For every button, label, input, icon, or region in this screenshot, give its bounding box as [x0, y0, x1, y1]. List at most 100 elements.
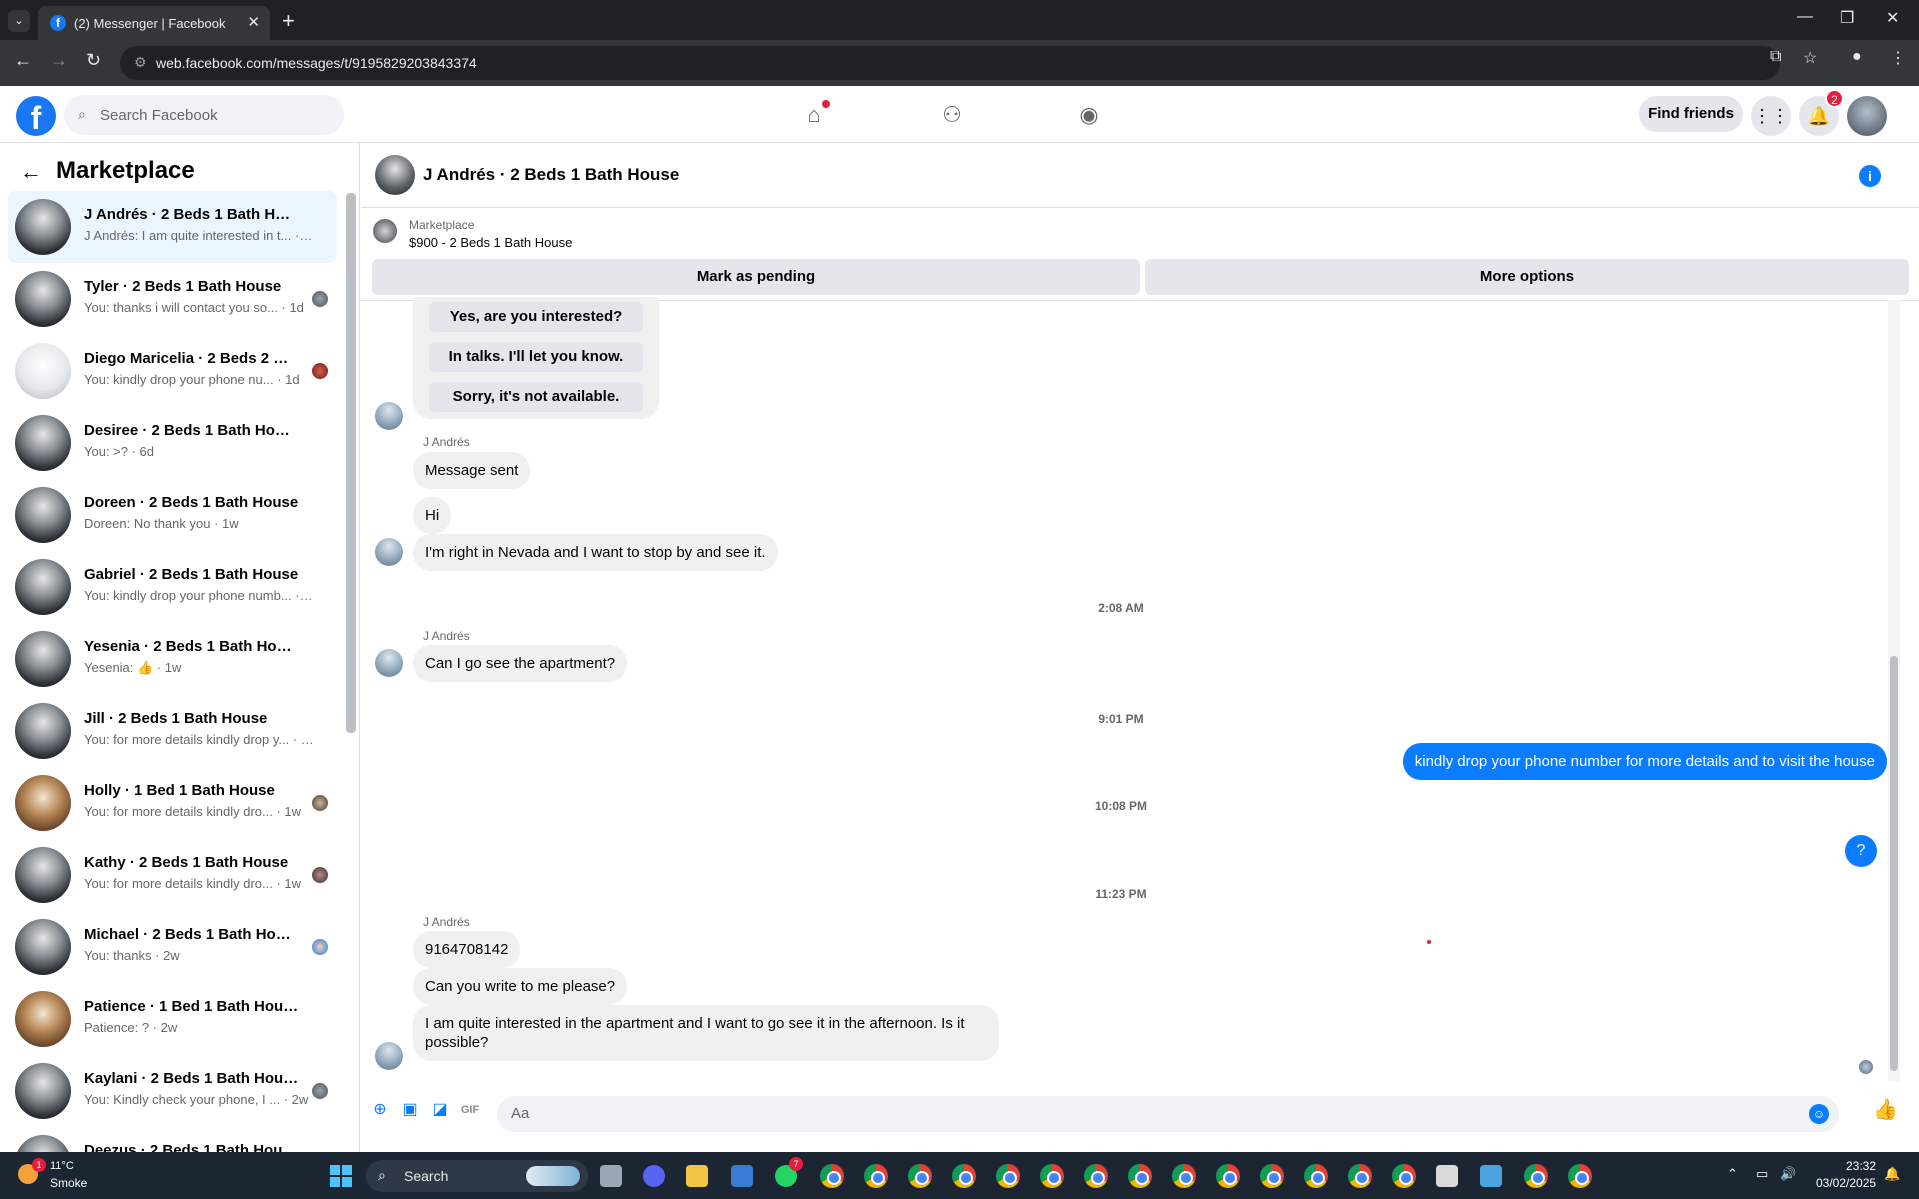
store-icon[interactable]: [731, 1165, 753, 1187]
chrome-icon[interactable]: [1216, 1164, 1240, 1188]
message-bubble[interactable]: Hi: [413, 497, 452, 534]
gif-icon[interactable]: GIF: [459, 1099, 481, 1121]
message-bubble[interactable]: I am quite interested in the apartment a…: [413, 1005, 999, 1061]
conversation-item[interactable]: Diego Maricelia · 2 Beds 2 Bat... You: ki…: [8, 335, 337, 407]
attach-photo-icon[interactable]: ▣: [399, 1099, 421, 1121]
back-arrow-icon[interactable]: ←: [20, 159, 42, 185]
close-window-icon[interactable]: ✕: [1886, 8, 1899, 28]
conversation-item[interactable]: Yesenia · 2 Beds 1 Bath House Yesenia: 👍 …: [8, 623, 337, 695]
facebook-search-input[interactable]: ⌕ Search Facebook: [64, 95, 344, 135]
conversation-list-scrollbar[interactable]: [346, 193, 356, 733]
reload-icon[interactable]: ↻: [86, 50, 101, 71]
menu-grid-icon[interactable]: ⋮⋮: [1751, 96, 1791, 136]
tray-chevron-icon[interactable]: ⌃: [1727, 1166, 1738, 1182]
bookmark-star-icon[interactable]: ☆: [1803, 48, 1817, 68]
mark-pending-button[interactable]: Mark as pending: [372, 259, 1140, 295]
add-more-icon[interactable]: ⊕: [369, 1099, 391, 1121]
listing-thumbnail[interactable]: [373, 219, 397, 243]
conversation-item[interactable]: Desiree · 2 Beds 1 Bath House You: >? · 6…: [8, 407, 337, 479]
close-tab-icon[interactable]: ✕: [247, 13, 260, 31]
chat-scrollbar-thumb[interactable]: [1890, 656, 1898, 1071]
conversation-item[interactable]: Kathy · 2 Beds 1 Bath House You: for more…: [8, 839, 337, 911]
listing-price[interactable]: $900 - 2 Beds 1 Bath House: [409, 235, 572, 250]
sticker-icon[interactable]: ◪: [429, 1099, 451, 1121]
conversation-snippet: You: thanks i will contact you so... · 1…: [84, 300, 304, 315]
message-bubble[interactable]: 9164708142: [413, 931, 521, 968]
discord-icon[interactable]: [643, 1165, 665, 1187]
conversation-item[interactable]: Kaylani · 2 Beds 1 Bath House You: Kindly…: [8, 1055, 337, 1127]
chrome-icon[interactable]: [1084, 1164, 1108, 1188]
conversation-item[interactable]: J Andrés · 2 Beds 1 Bath House J Andrés: …: [8, 191, 337, 263]
marketplace-inbox-panel: ← Marketplace J Andrés · 2 Beds 1 Bath H…: [0, 143, 360, 1152]
chrome-icon[interactable]: [1172, 1164, 1196, 1188]
conversation-item[interactable]: Tyler · 2 Beds 1 Bath House You: thanks i…: [8, 263, 337, 335]
chrome-icon[interactable]: [1392, 1164, 1416, 1188]
message-input[interactable]: Aa ☺: [497, 1096, 1839, 1132]
emoji-icon[interactable]: ☺: [1809, 1104, 1829, 1124]
message-bubble[interactable]: Can you write to me please?: [413, 968, 628, 1005]
conversation-item[interactable]: Jill · 2 Beds 1 Bath House You: for more …: [8, 695, 337, 767]
network-icon[interactable]: ▭: [1756, 1166, 1768, 1182]
chrome-icon[interactable]: [1128, 1164, 1152, 1188]
minimize-icon[interactable]: —: [1797, 8, 1813, 26]
install-app-icon[interactable]: ⧉: [1770, 48, 1781, 66]
volume-icon[interactable]: 🔊: [1780, 1166, 1796, 1182]
message-bubble[interactable]: Can I go see the apartment?: [413, 645, 628, 682]
forward-icon[interactable]: →: [50, 50, 68, 71]
chat-avatar[interactable]: [375, 155, 415, 195]
notepad-icon[interactable]: [1480, 1165, 1502, 1187]
browser-tab[interactable]: f (2) Messenger | Facebook ✕: [38, 6, 270, 40]
chrome-icon[interactable]: [1348, 1164, 1372, 1188]
account-avatar[interactable]: [1847, 96, 1887, 136]
restore-icon[interactable]: ❐: [1840, 8, 1854, 28]
chrome-icon[interactable]: [1040, 1164, 1064, 1188]
conversation-name: Gabriel · 2 Beds 1 Bath House: [84, 566, 299, 583]
file-explorer-icon[interactable]: [686, 1165, 708, 1187]
chat-scrollbar[interactable]: [1888, 300, 1900, 1081]
chrome-icon[interactable]: [996, 1164, 1020, 1188]
groups-icon[interactable]: ◉: [1074, 100, 1104, 130]
message-bubble[interactable]: Message sent: [413, 452, 531, 489]
find-friends-button[interactable]: Find friends: [1639, 96, 1743, 132]
back-icon[interactable]: ←: [14, 50, 32, 71]
system-clock[interactable]: 23:32 03/02/2025: [1816, 1158, 1876, 1192]
conversation-item[interactable]: Deezus · 2 Beds 1 Bath House: [8, 1127, 337, 1152]
browser-menu-icon[interactable]: ⋮: [1890, 48, 1906, 68]
address-bar[interactable]: ⚙ web.facebook.com/messages/t/9195829203…: [120, 46, 1780, 80]
facebook-logo-icon[interactable]: f: [16, 96, 56, 136]
conversation-name: Michael · 2 Beds 1 Bath House: [84, 926, 299, 943]
task-view-icon[interactable]: [600, 1165, 622, 1187]
new-tab-button[interactable]: +: [282, 8, 295, 34]
thumbs-up-icon[interactable]: 👍: [1873, 1099, 1898, 1121]
friends-icon[interactable]: ⚇: [937, 100, 967, 130]
site-info-icon[interactable]: ⚙: [134, 54, 147, 71]
chrome-icon[interactable]: [1524, 1164, 1548, 1188]
chat-title[interactable]: J Andrés · 2 Beds 1 Bath House: [423, 165, 679, 185]
profile-icon[interactable]: ●: [1852, 48, 1862, 66]
conversation-item[interactable]: Doreen · 2 Beds 1 Bath House Doreen: No t…: [8, 479, 337, 551]
conversation-item[interactable]: Michael · 2 Beds 1 Bath House You: thanks…: [8, 911, 337, 983]
sent-question-bubble[interactable]: ?: [1845, 835, 1877, 867]
chrome-icon[interactable]: [908, 1164, 932, 1188]
tab-search-button[interactable]: ⌄: [8, 10, 30, 32]
conversation-item[interactable]: Holly · 1 Bed 1 Bath House You: for more …: [8, 767, 337, 839]
quick-reply-button[interactable]: Yes, are you interested?: [429, 302, 643, 332]
notification-bell-icon[interactable]: 🔔: [1884, 1166, 1900, 1182]
conversation-item[interactable]: Gabriel · 2 Beds 1 Bath House You: kindly…: [8, 551, 337, 623]
taskbar-search[interactable]: ⌕ Search: [366, 1160, 588, 1192]
chrome-icon[interactable]: [820, 1164, 844, 1188]
chrome-icon[interactable]: [1304, 1164, 1328, 1188]
chrome-icon[interactable]: [864, 1164, 888, 1188]
chrome-icon[interactable]: [1260, 1164, 1284, 1188]
quick-reply-button[interactable]: Sorry, it's not available.: [429, 382, 643, 412]
chrome-icon[interactable]: [1568, 1164, 1592, 1188]
sent-message-bubble[interactable]: kindly drop your phone number for more d…: [1402, 743, 1887, 780]
quick-reply-button[interactable]: In talks. I'll let you know.: [429, 342, 643, 372]
more-options-button[interactable]: More options: [1145, 259, 1909, 295]
chrome-icon[interactable]: [952, 1164, 976, 1188]
windows-start-icon[interactable]: [330, 1165, 352, 1187]
info-icon[interactable]: i: [1859, 165, 1881, 187]
message-bubble[interactable]: I'm right in Nevada and I want to stop b…: [413, 534, 778, 571]
conversation-item[interactable]: Patience · 1 Bed 1 Bath House Patience: ?…: [8, 983, 337, 1055]
app-icon[interactable]: [1436, 1165, 1458, 1187]
